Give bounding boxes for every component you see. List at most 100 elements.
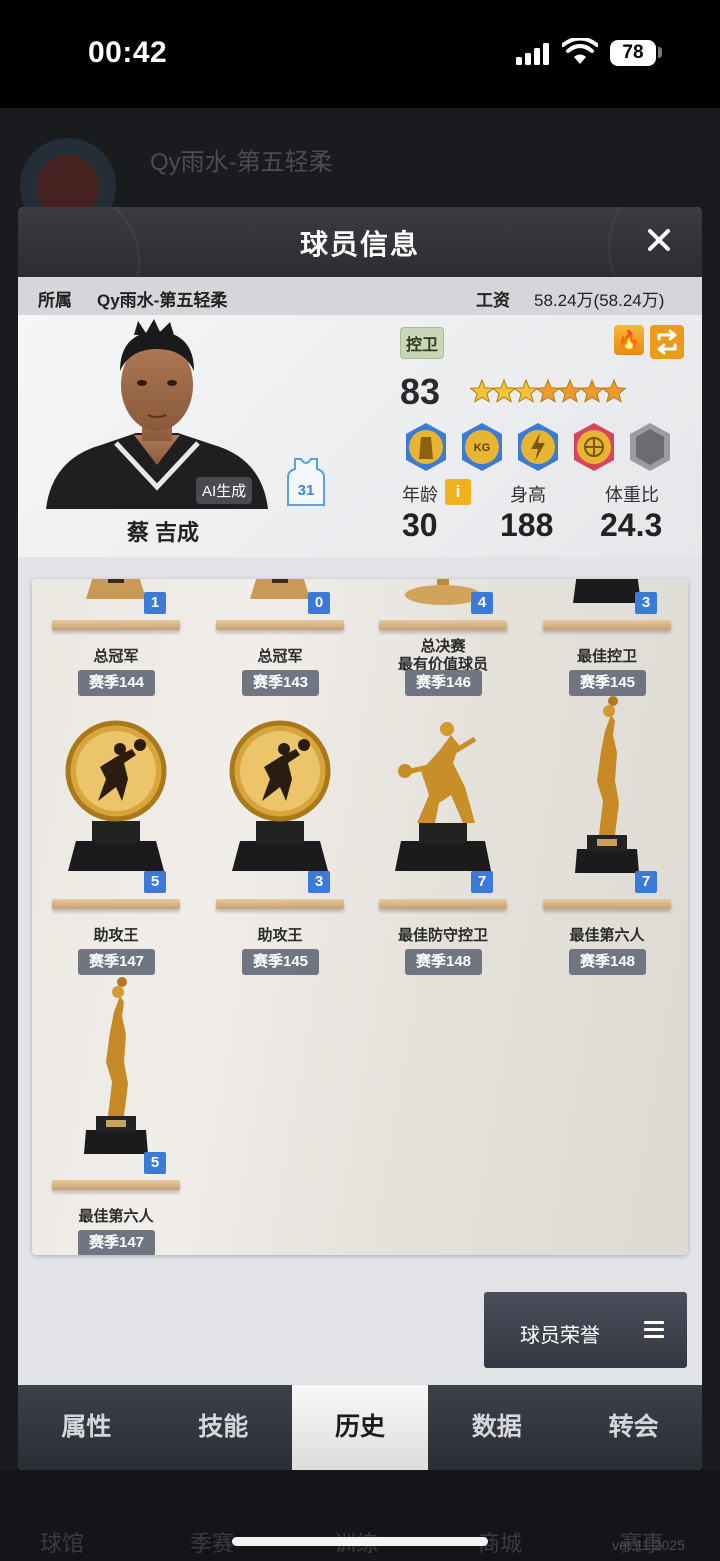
home-indicator[interactable] bbox=[232, 1537, 488, 1546]
wifi-icon bbox=[562, 38, 598, 64]
trophy-item[interactable]: 0 总冠军 赛季143 bbox=[200, 579, 360, 696]
ai-generated-tag: AI生成 bbox=[196, 477, 253, 504]
trophy-item[interactable]: 5 助攻王 赛季147 bbox=[36, 691, 196, 975]
season-tag: 赛季145 bbox=[242, 949, 319, 975]
season-tag: 赛季148 bbox=[405, 949, 482, 975]
trophy-shelf bbox=[379, 620, 507, 630]
season-tag: 赛季147 bbox=[78, 1230, 155, 1255]
background-team-name: Qy雨水-第五轻柔 bbox=[150, 149, 333, 176]
season-tag: 赛季148 bbox=[569, 949, 646, 975]
ball-badge-icon[interactable] bbox=[570, 421, 618, 473]
player-name: 蔡 吉成 bbox=[126, 520, 200, 545]
trophy-name: 总冠军 bbox=[257, 648, 303, 665]
tab-3[interactable]: 数据 bbox=[428, 1385, 565, 1470]
height-value: 188 bbox=[500, 507, 554, 543]
star-icon bbox=[491, 378, 517, 403]
modal-header: 球员信息 bbox=[18, 207, 702, 337]
trophy-count: 5 bbox=[144, 871, 166, 893]
trophy-count: 0 bbox=[308, 592, 330, 614]
best-defensive-pg-trophy-icon bbox=[363, 691, 523, 881]
trophy-shelf bbox=[379, 899, 507, 909]
trophy-name: 最佳第六人 bbox=[78, 1208, 154, 1225]
height-label: 身高 bbox=[510, 485, 546, 505]
trophy-shelf bbox=[216, 899, 344, 909]
trophy-name: 总决赛 最有价值球员 bbox=[397, 638, 488, 673]
background-nav-label: 球馆 bbox=[40, 1531, 85, 1556]
trophy-count: 3 bbox=[308, 871, 330, 893]
trophy-item[interactable]: 1 总冠军 赛季144 bbox=[36, 579, 196, 696]
trophy-name: 最佳控卫 bbox=[576, 648, 637, 665]
trophy-name: 最佳第六人 bbox=[569, 927, 645, 944]
jersey-icon: 31 bbox=[287, 458, 325, 506]
star-icon bbox=[601, 378, 627, 403]
trophy-count: 5 bbox=[144, 1152, 166, 1174]
salary-label: 工资 bbox=[476, 291, 510, 310]
player-honors-button[interactable]: 球员荣誉 bbox=[484, 1292, 687, 1368]
svg-text:KG: KG bbox=[474, 442, 491, 454]
stamina-badge-icon[interactable] bbox=[402, 421, 450, 473]
modal-title: 球员信息 bbox=[299, 229, 420, 260]
tab-2[interactable]: 历史 bbox=[291, 1385, 429, 1470]
trophy-shelf bbox=[543, 899, 671, 909]
trophy-item[interactable]: 4 总决赛 最有价值球员 赛季146 bbox=[363, 579, 523, 696]
star-icon bbox=[513, 378, 539, 403]
trophy-shelf bbox=[52, 899, 180, 909]
overall-rating: 83 bbox=[400, 371, 441, 412]
assist-leader-trophy-icon bbox=[200, 691, 360, 881]
assist-leader-trophy-icon bbox=[36, 691, 196, 881]
weight-ratio-value: 24.3 bbox=[600, 507, 663, 543]
battery-icon: 78 bbox=[610, 40, 656, 66]
info-strip: 所属 Qy雨水-第五轻柔 工资 58.24万(58.24万) bbox=[18, 277, 702, 315]
info-icon[interactable]: i bbox=[445, 479, 471, 505]
player-honors-label: 球员荣誉 bbox=[520, 1325, 600, 1347]
trophy-item[interactable]: 3 助攻王赛季145 bbox=[200, 691, 360, 975]
tab-1[interactable]: 技能 bbox=[155, 1385, 292, 1470]
trophy-shelf bbox=[52, 620, 180, 630]
tab-0[interactable]: 属性 bbox=[18, 1385, 155, 1470]
affiliation-label: 所属 bbox=[38, 291, 72, 310]
battery-tip bbox=[658, 47, 662, 58]
star-rating bbox=[470, 378, 627, 403]
status-bar: 00:42 78 bbox=[0, 0, 720, 108]
trophy-item[interactable]: 7 最佳第六人赛季148 bbox=[527, 691, 687, 975]
age-label: 年龄 bbox=[402, 485, 438, 505]
trophy-count: 1 bbox=[144, 592, 166, 614]
status-time: 00:42 bbox=[88, 36, 168, 69]
tab-4[interactable]: 转会 bbox=[565, 1385, 702, 1470]
trophy-item[interactable]: 3 最佳控卫 赛季145 bbox=[527, 579, 687, 696]
position-badge: 控卫 bbox=[400, 327, 445, 359]
player-panel: AI生成 31 蔡 吉成 控卫 🔥 83 KG 年龄 i 身高 体重比 30 1… bbox=[18, 315, 702, 557]
version-label: ver:11 2025 bbox=[612, 1537, 685, 1553]
trophy-item[interactable]: 5 最佳第六人赛季147 bbox=[36, 972, 196, 1255]
fire-icon[interactable]: 🔥 bbox=[614, 325, 644, 355]
trophy-count: 7 bbox=[471, 871, 493, 893]
trophy-count: 4 bbox=[471, 592, 493, 614]
trophy-shelf bbox=[543, 620, 671, 630]
tab-bar: 属性 技能 历史 数据 转会 bbox=[18, 1385, 702, 1470]
cellular-signal-icon bbox=[516, 43, 552, 65]
background-nav-label: 季赛 bbox=[190, 1531, 235, 1556]
trophy-shelf bbox=[52, 1180, 180, 1190]
svg-text:31: 31 bbox=[298, 482, 315, 499]
age-value: 30 bbox=[402, 507, 438, 543]
trophy-count: 7 bbox=[635, 871, 657, 893]
trophy-name: 总冠军 bbox=[93, 648, 139, 665]
kg-badge-icon[interactable]: KG bbox=[458, 421, 506, 473]
star-icon bbox=[470, 378, 495, 403]
trophy-item[interactable]: 7 最佳防守控卫赛季148 bbox=[363, 691, 523, 975]
swap-icon[interactable] bbox=[650, 325, 684, 359]
trophy-shelf bbox=[216, 620, 344, 630]
player-info-modal: 球员信息 所属 Qy雨水-第五轻柔 工资 58.24万(58.24万) AI生成 bbox=[18, 207, 702, 1470]
star-icon bbox=[557, 378, 583, 403]
trophy-name: 最佳防守控卫 bbox=[397, 927, 488, 944]
close-icon[interactable] bbox=[642, 223, 676, 257]
trophy-name: 助攻王 bbox=[257, 927, 303, 944]
menu-icon bbox=[644, 1321, 664, 1339]
speed-badge-icon[interactable] bbox=[514, 421, 562, 473]
trophy-count: 3 bbox=[635, 592, 657, 614]
sixth-man-trophy-icon bbox=[527, 691, 687, 881]
locked-badge-icon[interactable] bbox=[626, 421, 674, 473]
star-icon bbox=[579, 378, 605, 403]
salary-value: 58.24万(58.24万) bbox=[534, 291, 665, 310]
weight-ratio-label: 体重比 bbox=[605, 485, 659, 505]
